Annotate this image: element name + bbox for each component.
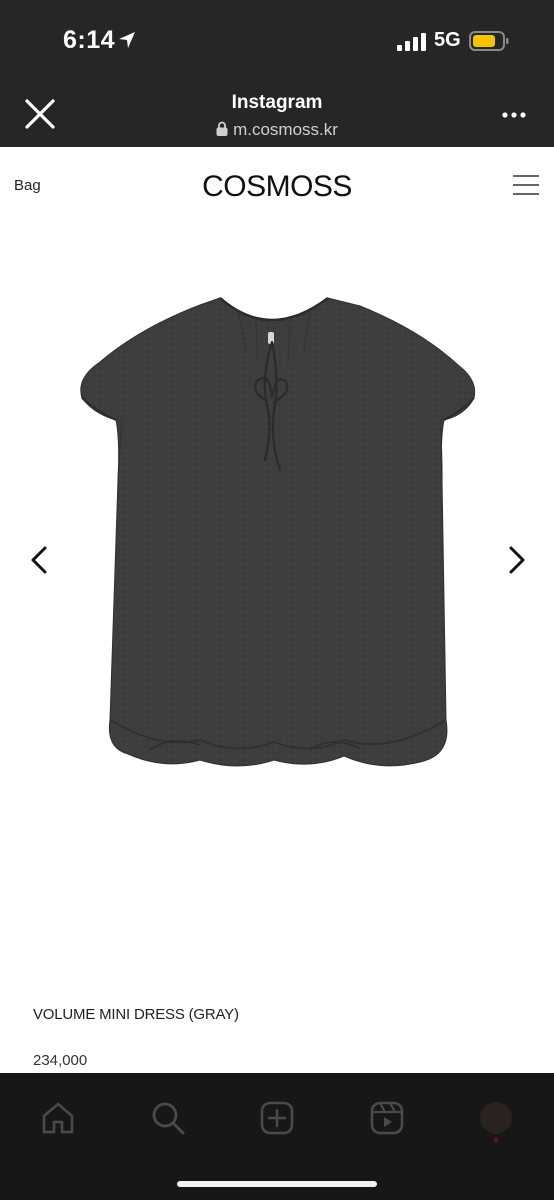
lock-icon [216, 121, 228, 136]
home-icon[interactable] [40, 1100, 76, 1136]
battery-icon [469, 31, 509, 51]
site-logo[interactable]: COSMOSS [0, 170, 554, 204]
hamburger-menu-icon[interactable] [512, 174, 540, 196]
network-type: 5G [434, 29, 461, 51]
home-indicator [177, 1181, 377, 1187]
url-text: m.cosmoss.kr [233, 120, 338, 139]
dress-image [80, 297, 476, 767]
create-icon[interactable] [259, 1100, 295, 1136]
chevron-right-icon[interactable] [498, 540, 534, 580]
reels-icon[interactable] [369, 1100, 405, 1136]
chevron-left-icon[interactable] [22, 540, 58, 580]
search-icon[interactable] [150, 1100, 186, 1136]
product-price: 234,000 [33, 1052, 88, 1069]
more-icon[interactable] [498, 103, 532, 127]
location-arrow-icon [119, 32, 135, 48]
browser-title: Instagram [231, 92, 323, 113]
browser-top-bar: 6:14 5G Instagram m.cosmoss.kr [0, 0, 554, 147]
profile-avatar[interactable] [478, 1101, 514, 1143]
browser-url[interactable]: m.cosmoss.kr [0, 120, 554, 140]
product-name: VOLUME MINI DRESS (GRAY) [33, 1006, 239, 1023]
signal-icon [397, 33, 426, 51]
status-time: 6:14 [63, 26, 116, 54]
